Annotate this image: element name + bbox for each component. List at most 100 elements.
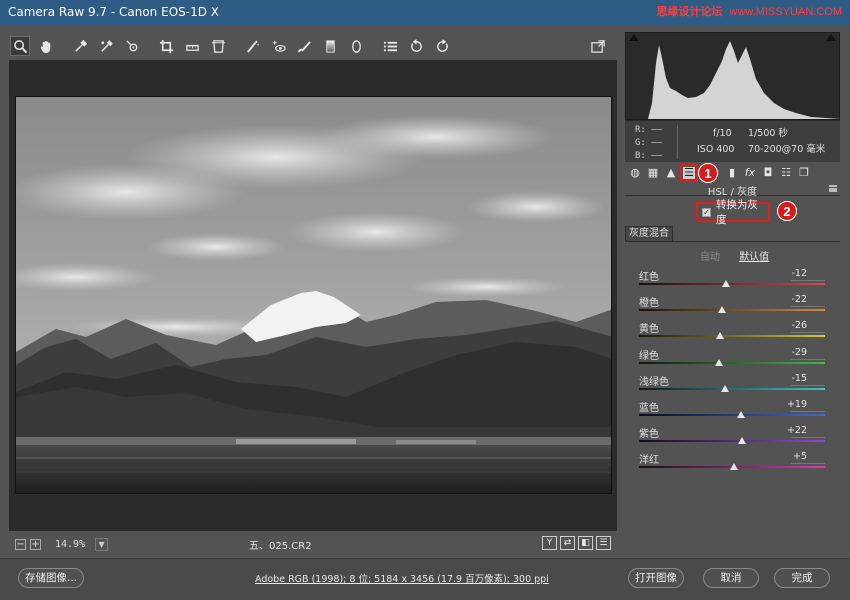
slider-track[interactable] <box>639 414 825 416</box>
convert-grayscale-checkbox[interactable]: ✓ 转换为灰度 <box>696 199 770 226</box>
slider-track[interactable] <box>639 440 825 443</box>
basic-icon[interactable]: ◍ <box>629 166 641 179</box>
slider-value[interactable]: -12 <box>791 268 807 279</box>
view-buttons: Y ⇄ ◧ ☰ <box>539 536 611 550</box>
slider-value[interactable]: -26 <box>791 320 807 331</box>
slider-row[interactable]: 红色 -12 <box>637 268 825 294</box>
slider-label: 蓝色 <box>639 403 659 414</box>
slider-label: 洋红 <box>639 455 659 467</box>
slider-value[interactable]: -22 <box>791 294 807 305</box>
workflow-options-link[interactable]: Adobe RGB (1998); 8 位; 5184 x 3456 (17.9… <box>255 571 549 585</box>
rotate-ccw-icon[interactable] <box>406 36 426 56</box>
open-image-button[interactable]: 打开图像 <box>628 568 684 588</box>
lens-icon[interactable]: ▮ <box>726 166 738 179</box>
convert-grayscale-label: 转换为灰度 <box>715 199 758 226</box>
toggle-settings-button[interactable]: ☰ <box>596 536 611 550</box>
panel-menu-icon[interactable] <box>829 185 837 192</box>
straighten-icon[interactable] <box>182 36 202 56</box>
white-balance-icon[interactable] <box>70 36 90 56</box>
slider-thumb[interactable] <box>717 306 726 314</box>
slider-thumb[interactable] <box>714 358 723 366</box>
slider-value[interactable]: +22 <box>787 425 807 436</box>
subtab-divider <box>625 241 840 242</box>
preferences-icon[interactable] <box>380 36 400 56</box>
fx-icon[interactable]: fx <box>744 166 756 179</box>
slider-row[interactable]: 黄色 -26 <box>637 320 825 346</box>
slider-label: 紫色 <box>639 429 659 441</box>
mix-modes: 自动 默认值 <box>700 248 769 263</box>
save-image-button[interactable]: 存储图像... <box>18 568 84 588</box>
file-name: 五、025.CR2 <box>249 541 312 552</box>
presets-icon[interactable]: ☷ <box>780 166 792 179</box>
before-after-y-button[interactable]: Y <box>542 536 557 550</box>
zoom-level: 14.9% <box>55 538 86 550</box>
watermark: 思缘设计论坛 www.MISSYUAN.COM <box>656 0 842 25</box>
slider-value-underline <box>791 437 825 439</box>
spot-removal-icon[interactable] <box>242 36 262 56</box>
slider-label: 黄色 <box>639 324 659 336</box>
red-eye-icon[interactable] <box>268 36 288 56</box>
tone-curve-icon[interactable]: ▦ <box>647 166 659 179</box>
image-preview-area[interactable] <box>9 60 617 531</box>
slider-row[interactable]: 绿色 -29 <box>637 347 825 373</box>
graduated-filter-icon[interactable] <box>320 36 340 56</box>
targeted-adjust-icon[interactable] <box>122 36 142 56</box>
slider-value[interactable]: +19 <box>787 399 807 410</box>
auto-button[interactable]: 自动 <box>700 252 720 263</box>
pixel-info: R: —— G: —— B: —— f/10 1/500 秒 ISO 400 7… <box>625 120 840 162</box>
slider-track[interactable] <box>639 387 825 390</box>
slider-row[interactable]: 橙色 -22 <box>637 294 825 320</box>
histogram-graph <box>626 41 841 119</box>
slider-value[interactable]: -29 <box>791 347 807 358</box>
hsl-icon[interactable]: ☰ <box>680 163 698 182</box>
zoom-out-button[interactable]: − <box>15 538 26 550</box>
slider-row[interactable]: 紫色 +22 <box>637 425 825 451</box>
copy-settings-button[interactable]: ◧ <box>578 536 593 550</box>
slider-track[interactable] <box>639 283 825 285</box>
color-sampler-icon[interactable] <box>96 36 116 56</box>
zoom-dropdown-chevron-icon[interactable]: ▼ <box>95 537 109 551</box>
slider-label: 浅绿色 <box>639 376 669 388</box>
slider-track[interactable] <box>639 361 825 364</box>
g-value: —— <box>651 138 663 148</box>
slider-row[interactable]: 洋红 +5 <box>637 451 825 477</box>
tab-grayscale-mix[interactable]: 灰度混合 <box>625 226 673 241</box>
slider-track[interactable] <box>639 309 825 312</box>
slider-label: 橙色 <box>639 298 659 310</box>
slider-label: 绿色 <box>639 350 659 362</box>
radial-filter-icon[interactable] <box>346 36 366 56</box>
crop-icon[interactable] <box>156 36 176 56</box>
slider-track[interactable] <box>639 335 825 338</box>
transform-icon[interactable] <box>208 36 228 56</box>
zoom-in-button[interactable]: + <box>30 538 41 550</box>
slider-value-underline <box>791 384 825 386</box>
detail-icon[interactable]: ▲ <box>665 166 677 179</box>
checkbox-checked-icon[interactable]: ✓ <box>702 207 711 217</box>
cancel-button[interactable]: 取消 <box>703 568 759 588</box>
slider-thumb[interactable] <box>722 280 731 287</box>
toggle-fullscreen-icon[interactable] <box>588 36 608 56</box>
slider-value-underline <box>791 280 825 281</box>
slider-row[interactable]: 浅绿色 -15 <box>637 373 825 399</box>
shutter: 1/500 秒 <box>748 128 788 139</box>
slider-thumb[interactable] <box>730 463 739 471</box>
photo-preview[interactable] <box>15 96 612 494</box>
adjustment-brush-icon[interactable] <box>294 36 314 56</box>
swap-before-after-button[interactable]: ⇄ <box>560 536 575 550</box>
hand-icon[interactable] <box>36 36 56 56</box>
slider-thumb[interactable] <box>715 332 724 340</box>
slider-row[interactable]: 蓝色 +19 <box>637 399 825 425</box>
slider-thumb[interactable] <box>736 411 745 418</box>
camera-calibration-icon[interactable]: ◘ <box>762 166 774 179</box>
default-button[interactable]: 默认值 <box>739 252 769 263</box>
watermark-zh: 思缘设计论坛 <box>656 6 723 18</box>
zoom-icon[interactable] <box>10 36 30 56</box>
done-button[interactable]: 完成 <box>774 568 830 588</box>
slider-value[interactable]: -15 <box>791 373 807 384</box>
rotate-cw-icon[interactable] <box>432 36 452 56</box>
slider-value[interactable]: +5 <box>793 451 807 462</box>
slider-thumb[interactable] <box>721 384 730 392</box>
toolbar <box>10 33 616 59</box>
snapshots-icon[interactable]: ❐ <box>798 166 810 179</box>
slider-thumb[interactable] <box>738 437 747 445</box>
